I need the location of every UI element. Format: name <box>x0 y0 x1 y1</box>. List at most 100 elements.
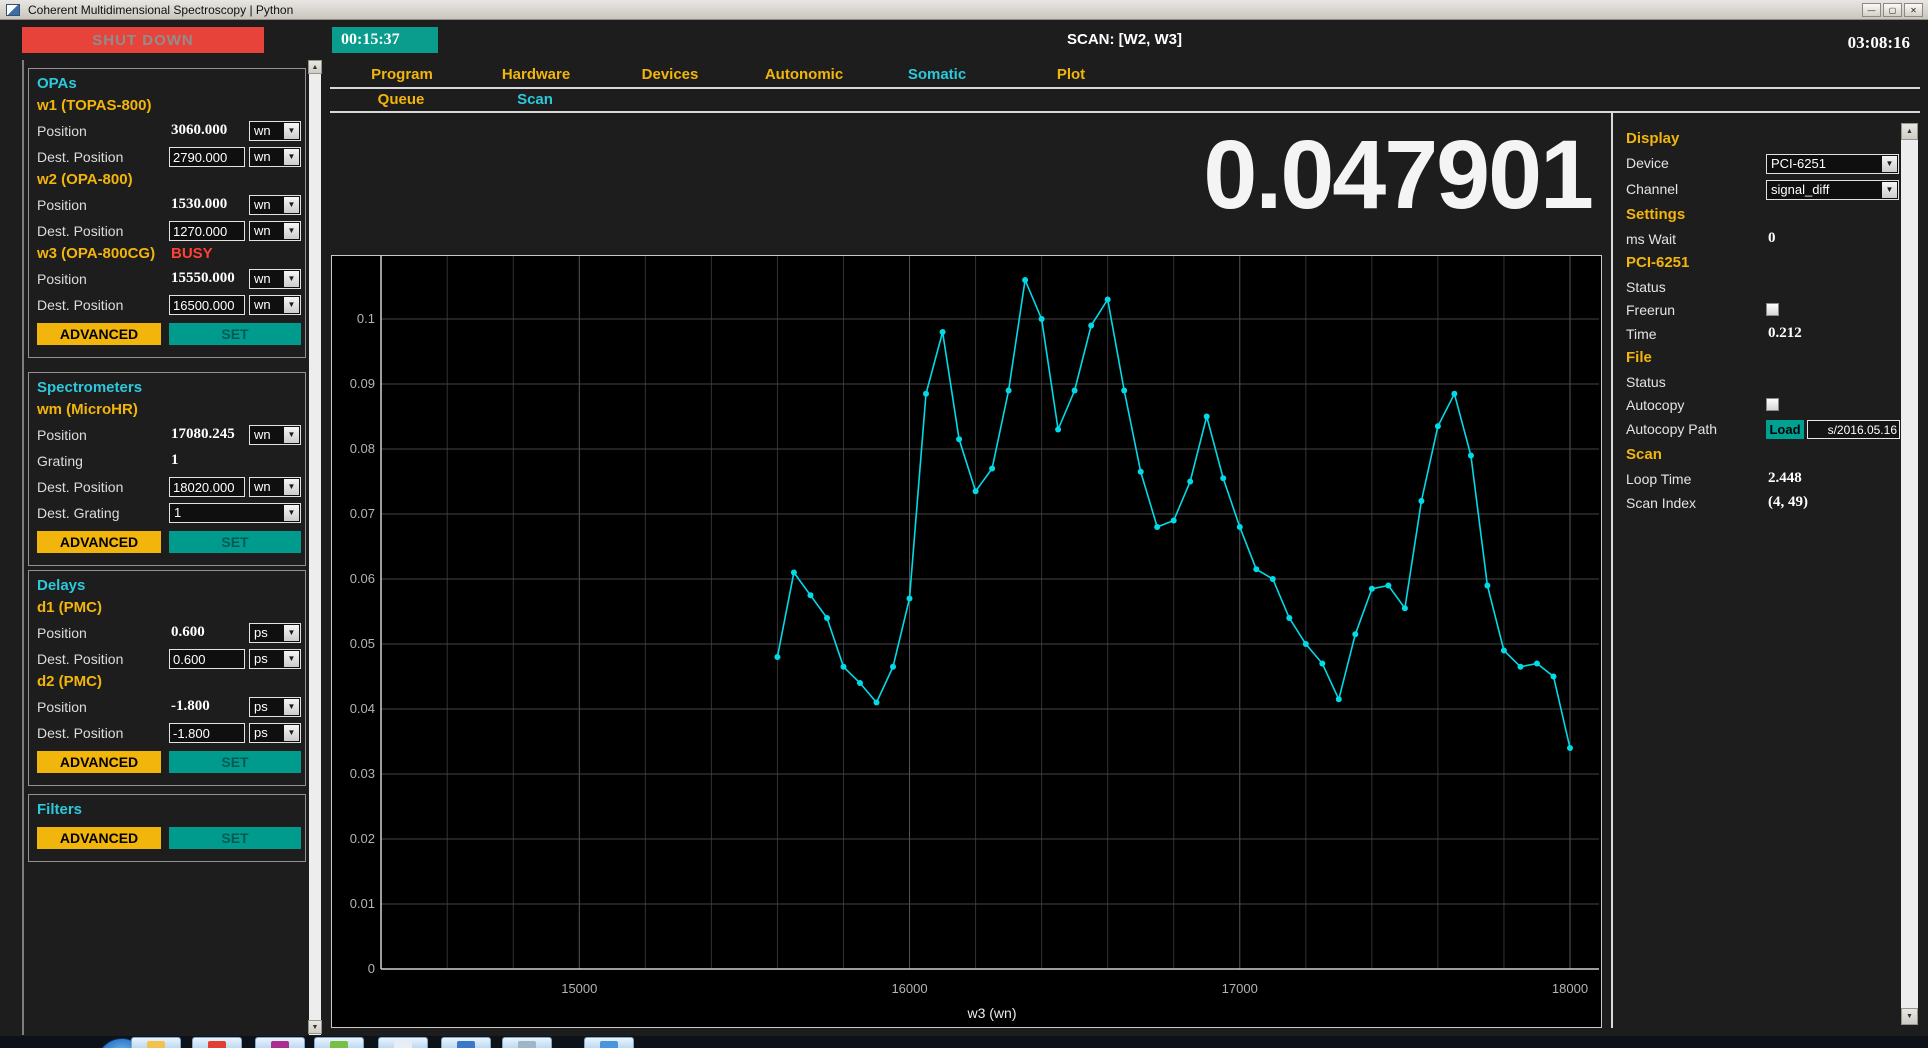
scroll-down-icon[interactable]: ▼ <box>308 1020 322 1034</box>
chevron-down-icon[interactable]: ▼ <box>284 479 299 495</box>
chevron-down-icon[interactable]: ▼ <box>284 271 299 287</box>
data-point <box>1303 641 1309 647</box>
chevron-down-icon[interactable]: ▼ <box>284 625 299 641</box>
chevron-down-icon[interactable]: ▼ <box>284 699 299 715</box>
units-select[interactable]: wn▼ <box>249 195 301 215</box>
destination-input[interactable] <box>169 649 245 669</box>
minimize-button[interactable]: — <box>1862 3 1881 17</box>
set-button[interactable]: SET <box>169 751 301 773</box>
chevron-down-icon[interactable]: ▼ <box>284 651 299 667</box>
chevron-down-icon[interactable]: ▼ <box>284 223 299 239</box>
tab-somatic[interactable]: Somatic <box>908 66 966 83</box>
subtab-queue[interactable]: Queue <box>378 91 425 108</box>
advanced-button[interactable]: ADVANCED <box>37 531 161 553</box>
data-point <box>1171 518 1177 524</box>
settings-section-header: File <box>1612 347 1900 371</box>
taskbar-item[interactable] <box>131 1037 181 1048</box>
taskbar-item[interactable] <box>314 1037 364 1048</box>
chevron-down-icon[interactable]: ▼ <box>1882 182 1897 198</box>
tab-autonomic[interactable]: Autonomic <box>765 66 843 83</box>
setting-row: Autocopy PathLoad <box>1612 418 1900 444</box>
tab-hardware[interactable]: Hardware <box>502 66 570 83</box>
grating-select[interactable]: 1▼ <box>169 503 301 523</box>
chevron-down-icon[interactable]: ▼ <box>1882 156 1897 172</box>
shutdown-button[interactable]: SHUT DOWN <box>22 27 264 53</box>
scroll-up-icon[interactable]: ▲ <box>308 60 322 74</box>
chevron-down-icon[interactable]: ▼ <box>284 297 299 313</box>
position-readout: 17080.245 <box>171 426 235 443</box>
app-lightblue-icon <box>600 1041 618 1048</box>
setting-label: ms Wait <box>1626 231 1676 247</box>
module-opas: OPAsw1 (TOPAS-800)Position3060.000wn▼Des… <box>28 68 306 358</box>
setting-row: Status <box>1612 371 1900 394</box>
advanced-button[interactable]: ADVANCED <box>37 751 161 773</box>
taskbar-item[interactable] <box>584 1037 634 1048</box>
data-point <box>1551 674 1557 680</box>
hardware-panel-scrollbar[interactable] <box>309 60 321 1035</box>
advanced-button[interactable]: ADVANCED <box>37 827 161 849</box>
hardware-name-label: wm (MicroHR) <box>37 401 138 418</box>
set-button[interactable]: SET <box>169 323 301 345</box>
chevron-down-icon[interactable]: ▼ <box>284 505 299 521</box>
scan-status-label: SCAN: [W2, W3] <box>1067 31 1182 48</box>
chevron-down-icon[interactable]: ▼ <box>284 427 299 443</box>
units-select[interactable]: wn▼ <box>249 425 301 445</box>
units-select[interactable]: ps▼ <box>249 723 301 743</box>
autocopy-checkbox[interactable] <box>1766 398 1779 411</box>
chevron-down-icon[interactable]: ▼ <box>284 197 299 213</box>
chevron-down-icon[interactable]: ▼ <box>284 725 299 741</box>
scroll-down-icon[interactable]: ▼ <box>1901 1008 1918 1025</box>
tab-program[interactable]: Program <box>371 66 433 83</box>
units-select[interactable]: wn▼ <box>249 477 301 497</box>
units-select[interactable]: ps▼ <box>249 649 301 669</box>
tab-plot[interactable]: Plot <box>1057 66 1085 83</box>
taskbar-item[interactable] <box>378 1037 428 1048</box>
channel-select[interactable]: signal_diff▼ <box>1766 180 1899 200</box>
input-row: Dest. Positionwn▼ <box>29 219 305 245</box>
units-select[interactable]: wn▼ <box>249 147 301 167</box>
freerun-checkbox[interactable] <box>1766 303 1779 316</box>
destination-input[interactable] <box>169 221 245 241</box>
destination-input[interactable] <box>169 147 245 167</box>
x-tick-label: 17000 <box>1222 981 1258 996</box>
y-tick-label: 0.05 <box>350 636 375 651</box>
destination-input[interactable] <box>169 477 245 497</box>
taskbar-item[interactable] <box>255 1037 305 1048</box>
close-button[interactable]: ✕ <box>1904 3 1923 17</box>
chevron-down-icon[interactable]: ▼ <box>284 149 299 165</box>
hardware-subheader: d1 (PMC) <box>29 599 305 621</box>
select-row: Dest. Grating1▼ <box>29 501 305 527</box>
right-panel-scrollbar[interactable] <box>1901 140 1918 1008</box>
units-select[interactable]: wn▼ <box>249 269 301 289</box>
set-button[interactable]: SET <box>169 827 301 849</box>
plot-area[interactable]: 1500016000170001800000.010.020.030.040.0… <box>331 255 1602 1028</box>
data-point <box>1518 664 1524 670</box>
scroll-up-icon[interactable]: ▲ <box>1901 123 1918 140</box>
maximize-button[interactable]: ▢ <box>1883 3 1902 17</box>
units-select-value: wn <box>254 223 271 238</box>
advanced-button[interactable]: ADVANCED <box>37 323 161 345</box>
subtab-scan[interactable]: Scan <box>517 91 553 108</box>
readout-row: Position-1.800ps▼ <box>29 695 305 721</box>
setting-label: Freerun <box>1626 302 1675 318</box>
set-button[interactable]: SET <box>169 531 301 553</box>
units-select[interactable]: wn▼ <box>249 295 301 315</box>
destination-input[interactable] <box>169 295 245 315</box>
device-select[interactable]: PCI-6251▼ <box>1766 154 1899 174</box>
setting-value: 0 <box>1768 230 1776 247</box>
data-point <box>1352 631 1358 637</box>
units-select[interactable]: ps▼ <box>249 697 301 717</box>
data-point <box>841 664 847 670</box>
taskbar-item[interactable] <box>192 1037 242 1048</box>
chevron-down-icon[interactable]: ▼ <box>284 123 299 139</box>
destination-input[interactable] <box>169 723 245 743</box>
taskbar-item[interactable] <box>502 1037 552 1048</box>
taskbar-item[interactable] <box>441 1037 491 1048</box>
load-button[interactable]: Load <box>1766 420 1804 439</box>
units-select[interactable]: wn ▼ <box>249 221 301 241</box>
units-select[interactable]: wn▼ <box>249 121 301 141</box>
tab-devices[interactable]: Devices <box>642 66 699 83</box>
autocopy-path-input[interactable] <box>1807 420 1900 439</box>
units-select[interactable]: ps▼ <box>249 623 301 643</box>
data-point <box>1006 388 1012 394</box>
